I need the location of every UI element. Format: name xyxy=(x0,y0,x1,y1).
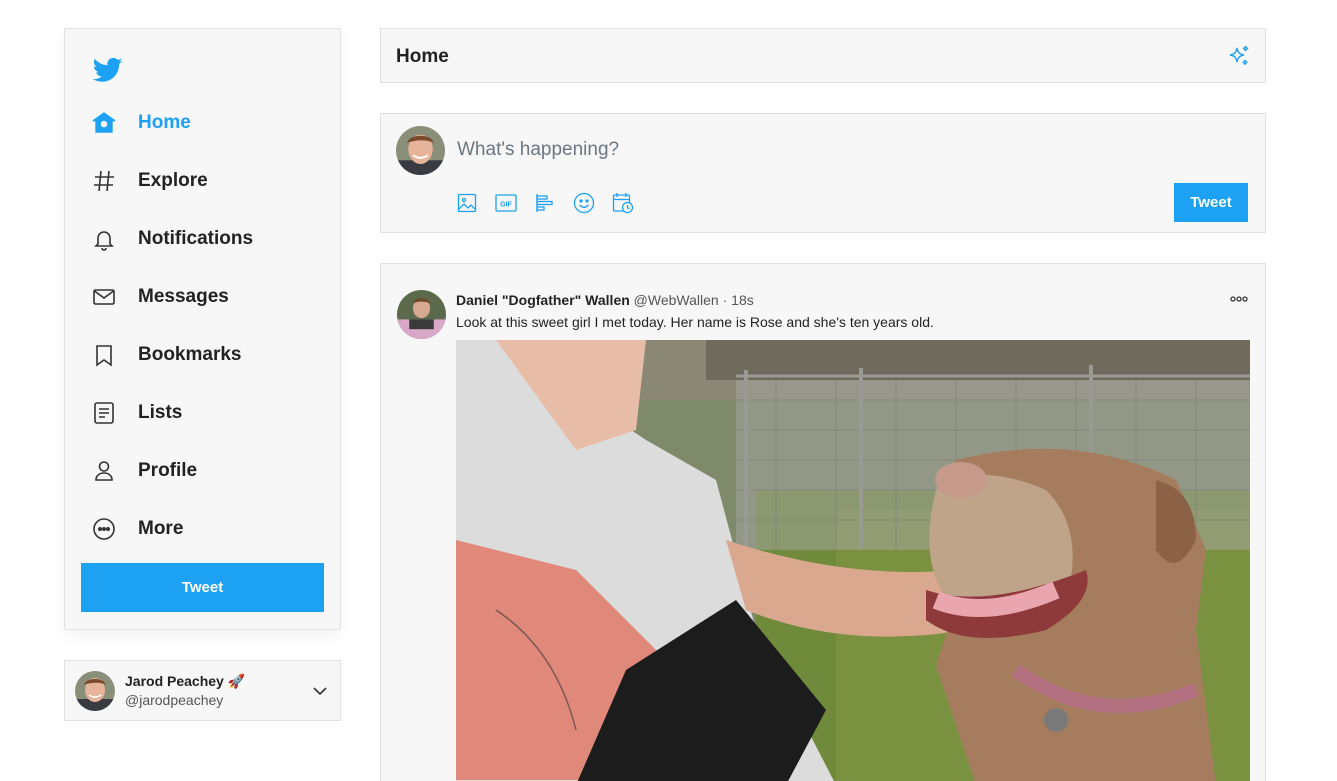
sidebar-tweet-button[interactable]: Tweet xyxy=(81,563,324,612)
app-root: Home Explore Notifications Messages Book xyxy=(0,0,1337,781)
mail-icon xyxy=(91,284,117,310)
sidebar-item-label: More xyxy=(138,518,184,539)
twitter-bird-icon[interactable] xyxy=(92,55,123,85)
list-icon xyxy=(91,400,117,426)
home-header: Home xyxy=(380,28,1266,83)
hash-icon xyxy=(91,168,117,194)
tweet-text: Look at this sweet girl I met today. Her… xyxy=(456,314,934,330)
sidebar-item-label: Home xyxy=(138,112,191,133)
sparkle-icon[interactable] xyxy=(1227,44,1251,68)
sidebar-item-label: Notifications xyxy=(138,228,254,249)
sidebar-item-lists[interactable]: Lists xyxy=(91,391,321,435)
schedule-icon[interactable] xyxy=(611,191,635,215)
sidebar-item-messages[interactable]: Messages xyxy=(91,275,321,319)
tweet-header: Daniel "Dogfather" Wallen @WebWallen · 1… xyxy=(456,292,754,308)
tweet-author-name[interactable]: Daniel "Dogfather" Wallen xyxy=(456,292,630,308)
sidebar: Home Explore Notifications Messages Book xyxy=(64,28,341,630)
sidebar-item-more[interactable]: More xyxy=(91,507,321,551)
chevron-down-icon[interactable] xyxy=(312,683,328,699)
tweet-photo[interactable] xyxy=(456,340,1250,781)
sidebar-item-label: Messages xyxy=(138,286,229,307)
bell-icon xyxy=(91,226,117,252)
account-switcher[interactable]: Jarod Peachey 🚀 @jarodpeachey xyxy=(64,660,341,721)
sidebar-item-label: Explore xyxy=(138,170,208,191)
avatar xyxy=(75,670,115,711)
page-title: Home xyxy=(396,46,449,67)
user-icon xyxy=(91,458,117,484)
sidebar-item-label: Profile xyxy=(138,460,198,481)
tweet-composer: GIF Tweet xyxy=(380,113,1266,233)
tweet-card[interactable]: Daniel "Dogfather" Wallen @WebWallen · 1… xyxy=(380,263,1266,781)
compose-input[interactable] xyxy=(457,138,1137,162)
avatar[interactable] xyxy=(397,290,446,339)
more-circle-icon xyxy=(91,516,117,542)
tweet-separator: · xyxy=(722,292,728,308)
sidebar-item-explore[interactable]: Explore xyxy=(91,159,321,203)
compose-tweet-button[interactable]: Tweet xyxy=(1174,183,1248,222)
tweet-author-handle[interactable]: @WebWallen xyxy=(634,292,719,308)
sidebar-item-label: Bookmarks xyxy=(138,344,242,365)
poll-icon[interactable] xyxy=(533,191,557,215)
account-handle: @jarodpeachey xyxy=(125,692,224,708)
home-icon xyxy=(91,110,117,136)
bookmark-icon xyxy=(91,342,117,368)
composer-toolbar: GIF xyxy=(455,191,650,215)
gif-icon[interactable]: GIF xyxy=(494,191,518,215)
sidebar-item-label: Lists xyxy=(138,402,183,423)
account-name: Jarod Peachey 🚀 xyxy=(125,673,246,689)
gif-label: GIF xyxy=(500,202,512,209)
image-icon[interactable] xyxy=(455,191,479,215)
more-horizontal-icon[interactable] xyxy=(1229,294,1249,304)
sidebar-item-bookmarks[interactable]: Bookmarks xyxy=(91,333,321,377)
sidebar-item-notifications[interactable]: Notifications xyxy=(91,217,321,261)
emoji-icon[interactable] xyxy=(572,191,596,215)
tweet-timestamp[interactable]: 18s xyxy=(731,292,754,308)
sidebar-item-home[interactable]: Home xyxy=(91,101,321,145)
avatar xyxy=(396,126,445,175)
sidebar-item-profile[interactable]: Profile xyxy=(91,449,321,493)
